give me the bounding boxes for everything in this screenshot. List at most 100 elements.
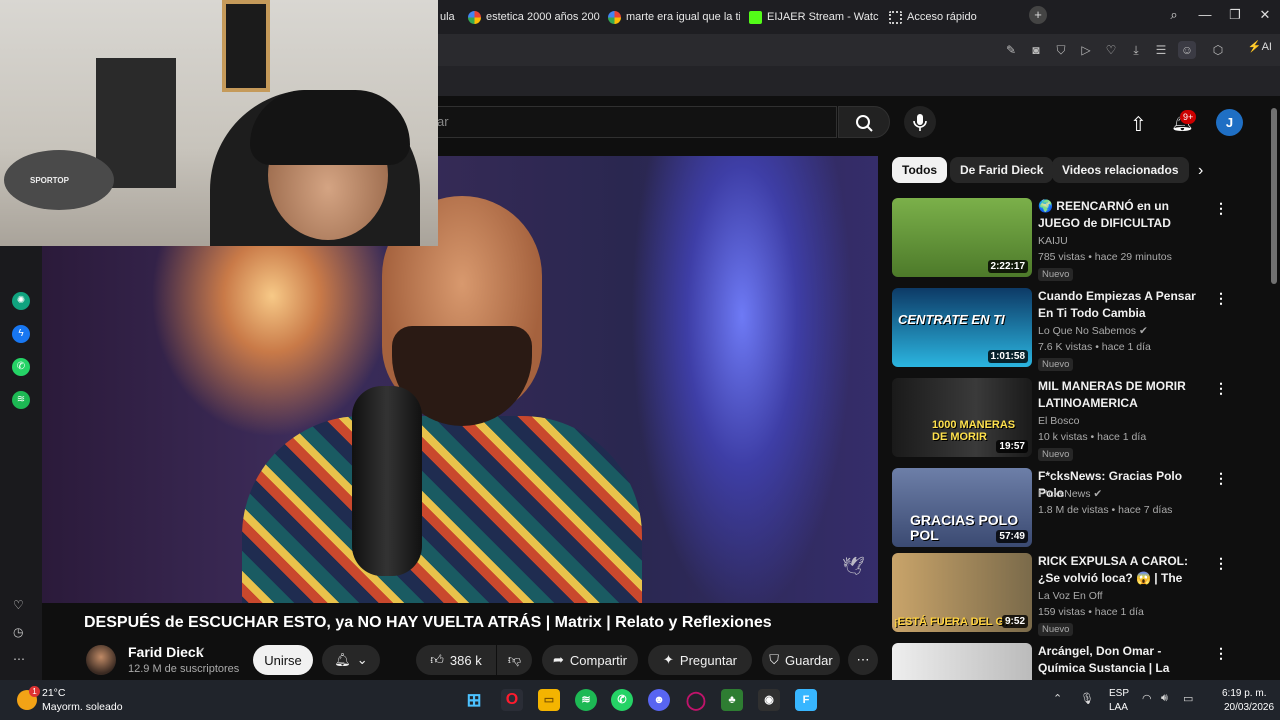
video-thumbnail[interactable]: ¡ESTÁ FUERA DEL GR 9:52 [892, 553, 1032, 632]
related-channel[interactable]: F*cksNews ✔ [1038, 488, 1102, 500]
edit-icon[interactable]: ✎ [1004, 43, 1018, 57]
related-title[interactable]: RICK EXPULSA A CAROL: ¿Se volvió loca? 😱… [1038, 553, 1208, 587]
related-channel[interactable]: KAIJU [1038, 235, 1068, 247]
whatsapp-icon[interactable]: ✆ [12, 358, 30, 376]
related-video[interactable]: CENTRATE EN TI 1:01:58 Cuando Empiezas A… [892, 288, 1262, 371]
ai-button[interactable]: ⚡AI [1248, 40, 1272, 53]
video-thumbnail[interactable]: CENTRATE EN TI 1:01:58 [892, 288, 1032, 367]
history-icon[interactable]: ◷ [13, 625, 23, 639]
chevron-right-icon[interactable]: › [1198, 162, 1203, 180]
related-channel[interactable]: El Bosco [1038, 415, 1079, 427]
avatar[interactable]: J [1216, 109, 1243, 136]
browser-tab[interactable]: EIJAER Stream - Watch Liv [749, 6, 879, 28]
dislike-button[interactable]: 👎︎ [497, 645, 532, 675]
minimize-button[interactable]: — [1195, 7, 1215, 22]
more-actions-button[interactable]: ⋯ [848, 645, 878, 675]
whatsapp-taskbar-icon[interactable]: ✆ [611, 689, 633, 711]
browser-tab[interactable]: estetica 2000 años 2000s [468, 6, 600, 28]
browser-tab[interactable]: ula [440, 6, 460, 28]
related-title[interactable]: Arcángel, Don Omar - Química Sustancia |… [1038, 643, 1208, 677]
related-channel[interactable]: La Voz En Off [1038, 590, 1103, 602]
verified-icon: ✔ [197, 646, 206, 657]
webcam-overlay: SPORTOP [0, 0, 438, 246]
volume-icon[interactable]: 🔊︎ [1161, 692, 1168, 705]
upload-icon[interactable]: ⇧ [1130, 112, 1147, 137]
save-button[interactable]: ⛉ Guardar [762, 645, 840, 675]
channel-name[interactable]: Farid Dieck [128, 644, 203, 660]
new-tab-button[interactable]: + [1029, 6, 1047, 24]
chatgpt-icon[interactable]: ✺ [12, 292, 30, 310]
related-channel[interactable]: Lo Que No Sabemos ✔ [1038, 325, 1148, 337]
related-video[interactable]: 2:22:17 🌍 REENCARNÓ en un JUEGO de DIFIC… [892, 198, 1262, 281]
video-thumbnail[interactable]: 1000 MANERAS DE MORIR 19:57 [892, 378, 1032, 457]
browser-tab[interactable]: marte era igual que la tier [608, 6, 740, 28]
more-icon[interactable]: ⋯ [13, 652, 25, 666]
keyboard-layout[interactable]: LAA [1109, 702, 1128, 713]
chevron-up-icon[interactable]: ⌃ [1053, 692, 1062, 705]
related-video[interactable]: 1000 MANERAS DE MORIR 19:57 MIL MANERAS … [892, 378, 1262, 461]
google-icon [468, 10, 481, 24]
video-thumbnail[interactable]: GRACIAS POLO POL 57:49 [892, 468, 1032, 547]
battery-icon[interactable]: ▭ [1183, 692, 1193, 705]
related-video[interactable]: GRACIAS POLO POL 57:49 F*cksNews: Gracia… [892, 468, 1262, 548]
related-meta: 7.6 K vistas • hace 1 día [1038, 341, 1151, 353]
file-explorer-icon[interactable]: ▭ [538, 689, 560, 711]
messenger-icon[interactable]: ϟ [12, 325, 30, 343]
chip-related[interactable]: Videos relacionados [1052, 157, 1189, 183]
spotify-taskbar-icon[interactable]: ≋ [575, 689, 597, 711]
clock-time[interactable]: 6:19 p. m. [1222, 688, 1266, 699]
kebab-menu-icon[interactable]: ⋮ [1214, 200, 1228, 217]
share-button[interactable]: ➦ Compartir [542, 645, 638, 675]
join-button[interactable]: Unirse [253, 645, 313, 675]
like-button[interactable]: 👍︎ 386 k [416, 645, 496, 675]
maximize-button[interactable]: ❐ [1225, 7, 1245, 23]
microphone-tray-icon[interactable]: 🎙︎ [1080, 692, 1094, 705]
input-language[interactable]: ESP [1109, 688, 1129, 699]
spotify-icon[interactable]: ≋ [12, 391, 30, 409]
chip-todos[interactable]: Todos [892, 157, 948, 183]
video-thumbnail[interactable] [892, 643, 1032, 680]
menu-icon[interactable]: ☰ [1154, 43, 1168, 57]
ask-button[interactable]: ✦ Preguntar [648, 645, 752, 675]
related-video[interactable]: ¡ESTÁ FUERA DEL GR 9:52 RICK EXPULSA A C… [892, 553, 1262, 636]
heart-icon[interactable]: ♡ [1104, 43, 1118, 57]
windows-start-icon[interactable]: ⊞ [463, 689, 485, 711]
heart-icon[interactable]: ♡ [13, 598, 24, 612]
search-input[interactable] [420, 106, 837, 138]
shield-icon[interactable]: ⛉ [1054, 43, 1068, 57]
subscription-bell-button[interactable]: 🔔︎ ⌄ [322, 645, 380, 675]
scrollbar-thumb[interactable] [1271, 108, 1277, 284]
kebab-menu-icon[interactable]: ⋮ [1214, 470, 1228, 487]
discord-icon[interactable]: ☻ [648, 689, 670, 711]
play-icon[interactable]: ▷ [1079, 43, 1093, 57]
related-video[interactable]: Arcángel, Don Omar - Química Sustancia |… [892, 643, 1262, 680]
related-title[interactable]: 🌍 REENCARNÓ en un JUEGO de DIFICULTAD MÁ… [1038, 198, 1208, 232]
kebab-menu-icon[interactable]: ⋮ [1214, 290, 1228, 307]
weather-temperature[interactable]: 21°C [42, 687, 65, 699]
app-icon[interactable]: ♣ [721, 689, 743, 711]
search-button[interactable] [838, 106, 890, 138]
voice-search-button[interactable] [904, 106, 936, 138]
app-f-icon[interactable]: F [795, 689, 817, 711]
opera-gx-icon[interactable]: ◯ [685, 689, 707, 711]
opera-icon[interactable]: O [501, 689, 523, 711]
browser-tab[interactable]: Acceso rápido [889, 6, 989, 28]
channel-avatar[interactable] [86, 645, 116, 675]
kebab-menu-icon[interactable]: ⋮ [1214, 380, 1228, 397]
search-tabs-icon[interactable]: ⌕ [1164, 7, 1184, 23]
download-icon[interactable]: ⤓ [1129, 43, 1143, 57]
close-window-button[interactable]: ✕ [1255, 7, 1275, 23]
related-title[interactable]: MIL MANERAS DE MORIR LATINOAMERICA [1038, 378, 1208, 412]
related-title[interactable]: Cuando Empiezas A Pensar En Ti Todo Camb… [1038, 288, 1208, 322]
video-thumbnail[interactable]: 2:22:17 [892, 198, 1032, 277]
profile-icon[interactable]: ☺ [1178, 41, 1196, 59]
kebab-menu-icon[interactable]: ⋮ [1214, 645, 1228, 662]
kebab-menu-icon[interactable]: ⋮ [1214, 555, 1228, 572]
cube-icon[interactable]: ⬡ [1211, 43, 1225, 57]
camera-icon[interactable]: ◙ [1029, 43, 1043, 57]
obs-icon[interactable]: ◉ [758, 689, 780, 711]
clock-date[interactable]: 20/03/2026 [1224, 702, 1274, 713]
chip-channel[interactable]: De Farid Dieck [950, 157, 1054, 183]
weather-description[interactable]: Mayorm. soleado [42, 701, 123, 713]
wifi-icon[interactable]: ◠ [1142, 692, 1152, 705]
